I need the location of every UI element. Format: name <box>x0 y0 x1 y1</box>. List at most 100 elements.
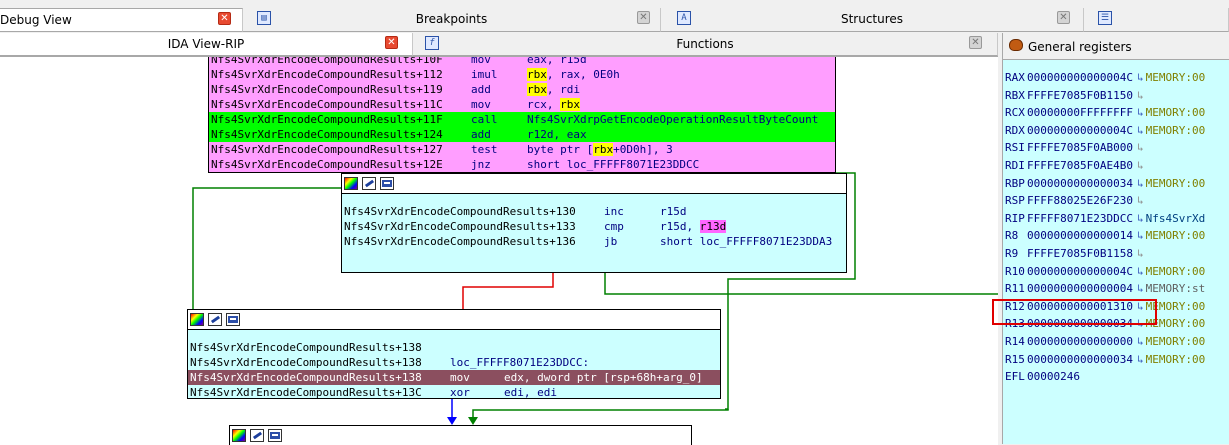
pointer-arrow-icon[interactable]: ↳ <box>1137 89 1144 102</box>
close-icon[interactable]: ✕ <box>1057 11 1070 24</box>
register-value[interactable]: 0000000000000034 <box>1027 177 1133 190</box>
register-row-rdx[interactable]: RDX 000000000000004C ↳ MEMORY:00 <box>1005 122 1205 139</box>
pointer-arrow-icon[interactable]: ↳ <box>1137 71 1144 84</box>
register-row-rdi[interactable]: RDI FFFFE7085F0AE4B0 ↳ <box>1005 157 1144 174</box>
pointer-arrow-icon[interactable]: ↳ <box>1137 282 1144 295</box>
register-value[interactable]: 0000000000000004 <box>1027 282 1133 295</box>
pointer-arrow-icon[interactable]: ↳ <box>1137 159 1144 172</box>
pointer-arrow-icon[interactable]: ↳ <box>1137 141 1144 154</box>
color-icon[interactable] <box>232 429 246 442</box>
close-icon[interactable]: ✕ <box>637 11 650 24</box>
code-line[interactable]: Nfs4SvrXdrEncodeCompoundResults+12E jnz sh… <box>209 157 835 172</box>
register-value[interactable]: FFFFE7085F0AB000 <box>1027 141 1133 154</box>
pointer-arrow-icon[interactable]: ↳ <box>1137 177 1144 190</box>
tab-breakpoints[interactable]: ▤ Breakpoints ✕ <box>243 8 661 32</box>
register-row-rsi[interactable]: RSI FFFFE7085F0AB000 ↳ <box>1005 139 1144 156</box>
register-value[interactable]: FFFF88025E26F230 <box>1027 194 1133 207</box>
register-value[interactable]: 00000246 <box>1027 370 1080 383</box>
register-row-r14[interactable]: R14 0000000000000000 ↳ MEMORY:00 <box>1005 333 1205 350</box>
register-row-rbp[interactable]: RBP 0000000000000034 ↳ MEMORY:00 <box>1005 175 1205 192</box>
code-line[interactable]: Nfs4SvrXdrEncodeCompoundResults+13C xor ed… <box>188 385 720 400</box>
register-target: Nfs4SvrXd <box>1145 211 1206 225</box>
register-row-rcx[interactable]: RCX 00000000FFFFFFFF ↳ MEMORY:00 <box>1005 104 1205 121</box>
register-value[interactable]: 000000000000004C <box>1027 124 1133 137</box>
register-row-r11[interactable]: R11 0000000000000004 ↳ MEMORY:st <box>1005 280 1205 297</box>
code-line[interactable]: Nfs4SvrXdrEncodeCompoundResults+136 jb sho… <box>342 234 846 249</box>
register-value[interactable]: FFFFE7085F0B1158 <box>1027 247 1133 260</box>
code-line[interactable]: Nfs4SvrXdrEncodeCompoundResults+127 test b… <box>209 142 835 157</box>
instruction-mnemonic: call <box>471 113 498 126</box>
register-value[interactable]: 00000000FFFFFFFF <box>1027 106 1133 119</box>
close-icon[interactable]: ✕ <box>385 36 398 49</box>
register-row-rax[interactable]: RAX 000000000000004C ↳ MEMORY:00 <box>1005 69 1205 86</box>
pointer-arrow-icon[interactable]: ↳ <box>1137 247 1144 260</box>
pointer-arrow-icon[interactable]: ↳ <box>1137 194 1144 207</box>
close-icon[interactable]: ✕ <box>969 36 982 49</box>
code-line[interactable]: Nfs4SvrXdrEncodeCompoundResults+138 mov ed… <box>188 370 720 385</box>
code-block-1[interactable]: Nfs4SvrXdrEncodeCompoundResults+10F mov ea… <box>208 57 836 173</box>
pointer-arrow-icon[interactable]: ↳ <box>1137 353 1144 366</box>
tab-debug-view[interactable]: Debug View ✕ <box>0 8 243 32</box>
register-value[interactable]: FFFFE7085F0AE4B0 <box>1027 159 1133 172</box>
pointer-arrow-icon[interactable]: ↳ <box>1137 265 1144 278</box>
code-line[interactable]: Nfs4SvrXdrEncodeCompoundResults+124 add r1… <box>209 127 835 142</box>
tab-functions[interactable]: f Functions ✕ <box>413 33 998 56</box>
close-icon[interactable]: ✕ <box>218 12 231 25</box>
general-registers-panel[interactable]: General registers RAX 000000000000004C ↳ ME… <box>1002 33 1229 444</box>
code-line[interactable]: Nfs4SvrXdrEncodeCompoundResults+133 cmp r1… <box>342 219 846 234</box>
register-row-r8[interactable]: R8 0000000000000014 ↳ MEMORY:00 <box>1005 227 1205 244</box>
code-line[interactable]: Nfs4SvrXdrEncodeCompoundResults+11F call N… <box>209 112 835 127</box>
pointer-arrow-icon[interactable]: ↳ <box>1137 229 1144 242</box>
rename-icon[interactable] <box>362 177 376 190</box>
register-row-efl[interactable]: EFL 00000246 <box>1005 368 1080 385</box>
pointer-arrow-icon[interactable]: ↳ <box>1137 124 1144 137</box>
register-value[interactable]: 000000000000004C <box>1027 265 1133 278</box>
operand-text: +0D0h], 3 <box>613 143 673 156</box>
register-name: R11 <box>1005 282 1025 296</box>
code-line[interactable]: Nfs4SvrXdrEncodeCompoundResults+112 imul r… <box>209 67 835 82</box>
block-header <box>188 310 720 330</box>
pointer-arrow-icon[interactable]: ↳ <box>1137 335 1144 348</box>
group-icon[interactable] <box>268 429 282 442</box>
register-value[interactable]: 0000000000000000 <box>1027 335 1133 348</box>
code-line[interactable]: Nfs4SvrXdrEncodeCompoundResults+130 inc r1… <box>342 204 846 219</box>
tab-label: Breakpoints <box>415 12 488 26</box>
register-row-r9[interactable]: R9 FFFFE7085F0B1158 ↳ <box>1005 245 1144 262</box>
instruction-mnemonic: mov <box>450 371 470 384</box>
register-value[interactable]: 0000000000000034 <box>1027 353 1133 366</box>
pointer-arrow-icon[interactable]: ↳ <box>1137 106 1144 119</box>
color-icon[interactable] <box>344 177 358 190</box>
register-row-rbx[interactable]: RBX FFFFE7085F0B1150 ↳ <box>1005 87 1144 104</box>
group-icon[interactable] <box>226 313 240 326</box>
register-name: R15 <box>1005 352 1025 366</box>
color-icon[interactable] <box>190 313 204 326</box>
tab-structures[interactable]: A Structures ✕ <box>661 8 1084 32</box>
register-value[interactable]: 000000000000004C <box>1027 71 1133 84</box>
group-icon[interactable] <box>380 177 394 190</box>
register-name: RDX <box>1005 123 1025 137</box>
register-value[interactable]: FFFFF8071E23DDCC <box>1027 212 1133 225</box>
register-row-rip[interactable]: RIP FFFFF8071E23DDCC ↳ Nfs4SvrXd <box>1005 210 1205 227</box>
code-line[interactable]: Nfs4SvrXdrEncodeCompoundResults+10F mov ea… <box>209 57 835 67</box>
code-block-2[interactable]: Nfs4SvrXdrEncodeCompoundResults+130 inc r1… <box>341 173 847 273</box>
rename-icon[interactable] <box>250 429 264 442</box>
code-line[interactable]: Nfs4SvrXdrEncodeCompoundResults+11C mov rc… <box>209 97 835 112</box>
code-block-3[interactable]: Nfs4SvrXdrEncodeCompoundResults+138 Nfs4S… <box>187 309 721 399</box>
pointer-arrow-icon[interactable]: ↳ <box>1137 212 1144 225</box>
register-row-rsp[interactable]: RSP FFFF88025E26F230 ↳ <box>1005 192 1144 209</box>
register-row-r15[interactable]: R15 0000000000000034 ↳ MEMORY:00 <box>1005 351 1205 368</box>
code-block-4[interactable] <box>229 425 692 445</box>
tab-ida-view-rip[interactable]: IDA View-RIP ✕ <box>0 33 413 56</box>
rename-icon[interactable] <box>208 313 222 326</box>
register-name: R14 <box>1005 335 1025 348</box>
code-line[interactable]: Nfs4SvrXdrEncodeCompoundResults+138 loc_F… <box>188 355 720 370</box>
code-line[interactable]: Nfs4SvrXdrEncodeCompoundResults+119 add rb… <box>209 82 835 97</box>
block-header <box>342 174 846 194</box>
code-line[interactable]: Nfs4SvrXdrEncodeCompoundResults+138 <box>188 340 720 355</box>
register-row-r10[interactable]: R10 000000000000004C ↳ MEMORY:00 <box>1005 263 1205 280</box>
register-name: R8 <box>1005 229 1019 243</box>
graph-view[interactable]: Nfs4SvrXdrEncodeCompoundResults+10F mov ea… <box>0 56 998 445</box>
tab-extra[interactable]: ☰ <box>1084 8 1229 32</box>
register-value[interactable]: FFFFE7085F0B1150 <box>1027 89 1133 102</box>
register-value[interactable]: 0000000000000014 <box>1027 229 1133 242</box>
